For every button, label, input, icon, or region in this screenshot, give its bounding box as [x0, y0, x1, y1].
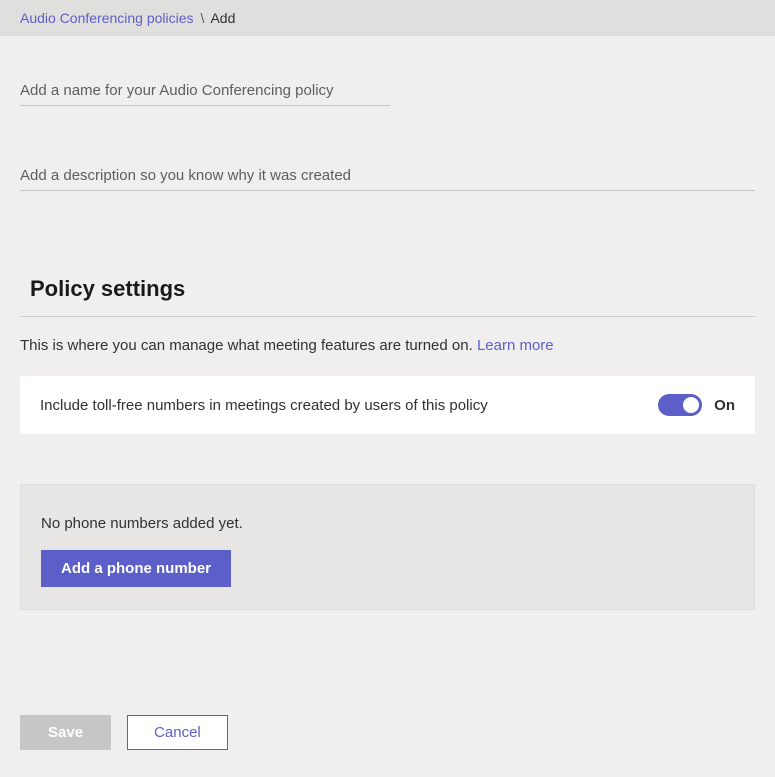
- policy-description-input[interactable]: [20, 161, 755, 191]
- add-phone-number-button[interactable]: Add a phone number: [41, 550, 231, 587]
- settings-description-text: This is where you can manage what meetin…: [20, 337, 473, 354]
- footer-buttons: Save Cancel: [20, 715, 755, 750]
- breadcrumb: Audio Conferencing policies \ Add: [0, 0, 775, 36]
- phone-numbers-panel: No phone numbers added yet. Add a phone …: [20, 484, 755, 610]
- toll-free-toggle-label: Include toll-free numbers in meetings cr…: [40, 397, 488, 414]
- toll-free-toggle-row: Include toll-free numbers in meetings cr…: [20, 376, 755, 434]
- save-button[interactable]: Save: [20, 715, 111, 750]
- toll-free-toggle-state: On: [714, 397, 735, 414]
- breadcrumb-parent-link[interactable]: Audio Conferencing policies: [20, 10, 194, 26]
- breadcrumb-separator: \: [200, 10, 204, 26]
- settings-divider: [20, 316, 755, 317]
- toggle-knob: [683, 397, 699, 413]
- breadcrumb-current: Add: [210, 10, 235, 26]
- settings-description: This is where you can manage what meetin…: [20, 337, 755, 354]
- cancel-button[interactable]: Cancel: [127, 715, 228, 750]
- phone-empty-text: No phone numbers added yet.: [41, 515, 734, 532]
- policy-name-input[interactable]: [20, 76, 390, 106]
- policy-settings-heading: Policy settings: [30, 276, 755, 302]
- learn-more-link[interactable]: Learn more: [477, 337, 554, 354]
- toll-free-toggle[interactable]: [658, 394, 702, 416]
